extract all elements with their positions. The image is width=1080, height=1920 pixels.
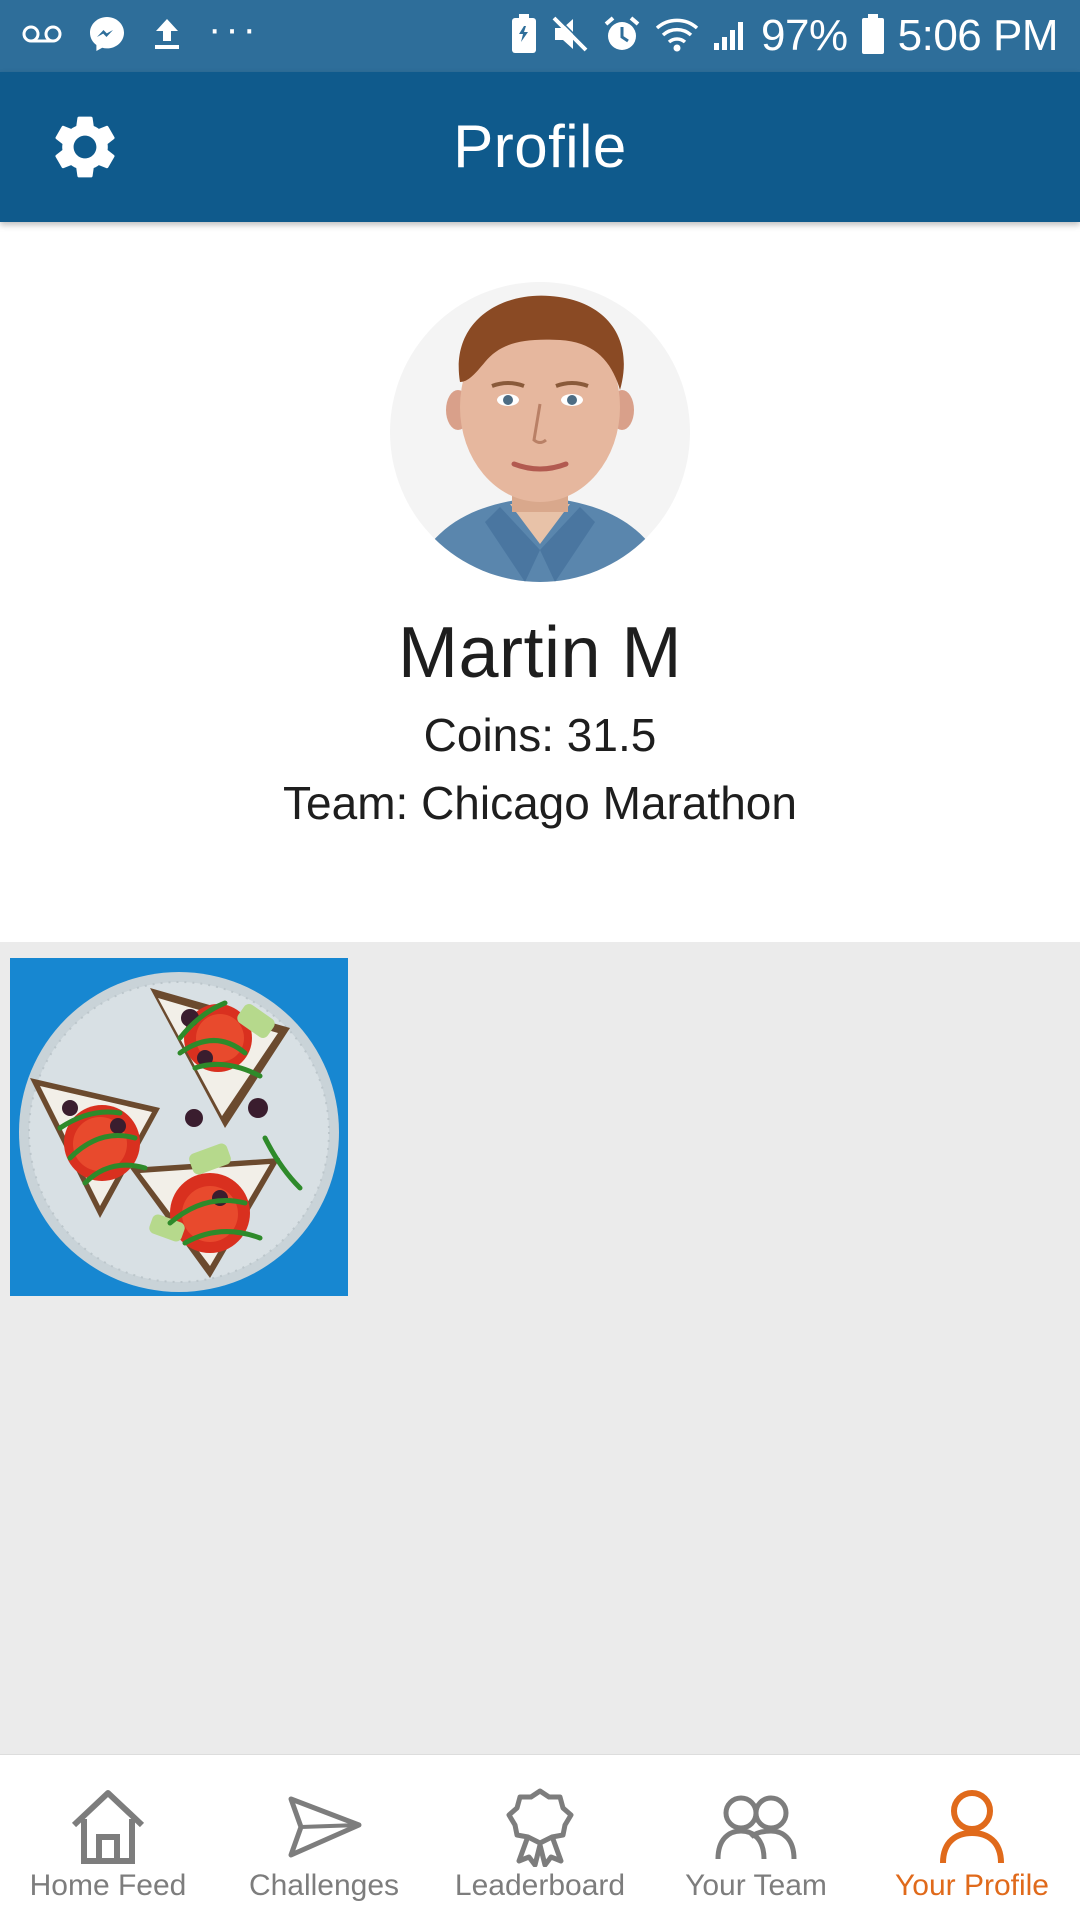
mute-icon bbox=[551, 14, 589, 58]
messenger-icon bbox=[88, 15, 126, 58]
user-name: Martin M bbox=[397, 613, 683, 693]
nav-label-challenges: Challenges bbox=[248, 1869, 400, 1902]
voicemail-icon bbox=[22, 23, 62, 50]
nav-challenges[interactable]: Challenges bbox=[216, 1755, 432, 1920]
settings-button[interactable] bbox=[40, 102, 130, 192]
post-thumbnail[interactable] bbox=[10, 958, 348, 1296]
more-notifications-icon: ··· bbox=[208, 7, 260, 51]
avatar[interactable] bbox=[390, 282, 690, 582]
home-icon bbox=[71, 1790, 145, 1864]
bottom-nav: Home Feed Challenges Leaderboard Your Te… bbox=[0, 1754, 1080, 1920]
team-icon bbox=[715, 1795, 797, 1860]
posts-grid bbox=[0, 942, 1080, 1754]
nav-label-leaderboard: Leaderboard bbox=[454, 1869, 626, 1902]
nav-your-profile[interactable]: Your Profile bbox=[864, 1755, 1080, 1920]
profile-header: Martin M Coins: 31.5 Team: Chicago Marat… bbox=[0, 222, 1080, 942]
coins-count: Coins: 31.5 bbox=[423, 709, 657, 761]
nav-label-home-feed: Home Feed bbox=[29, 1869, 187, 1902]
ribbon-icon bbox=[506, 1788, 574, 1867]
signal-icon bbox=[713, 17, 747, 56]
profile-screen: ··· 97% 5:06 PM Profile Martin M Coins: … bbox=[0, 0, 1080, 1920]
food-photo bbox=[10, 958, 348, 1296]
battery-percent: 97% bbox=[761, 11, 848, 60]
nav-label-your-profile: Your Profile bbox=[895, 1869, 1049, 1902]
alarm-icon bbox=[603, 15, 641, 58]
nav-leaderboard[interactable]: Leaderboard bbox=[432, 1755, 648, 1920]
clock: 5:06 PM bbox=[897, 11, 1059, 60]
status-bar: ··· 97% 5:06 PM bbox=[0, 0, 1080, 72]
nav-your-team[interactable]: Your Team bbox=[648, 1755, 864, 1920]
battery-saver-icon bbox=[511, 13, 537, 59]
paper-plane-icon bbox=[288, 1796, 362, 1858]
avatar-portrait bbox=[390, 282, 690, 582]
gear-icon bbox=[55, 116, 115, 178]
person-icon bbox=[940, 1790, 1004, 1864]
team-name: Team: Chicago Marathon bbox=[283, 777, 797, 829]
battery-icon bbox=[861, 13, 884, 59]
page-title: Profile bbox=[453, 113, 627, 180]
wifi-icon bbox=[655, 16, 699, 57]
app-bar: Profile bbox=[0, 72, 1080, 222]
nav-label-your-team: Your Team bbox=[685, 1869, 827, 1902]
nav-home-feed[interactable]: Home Feed bbox=[0, 1755, 216, 1920]
upload-icon bbox=[152, 17, 182, 56]
